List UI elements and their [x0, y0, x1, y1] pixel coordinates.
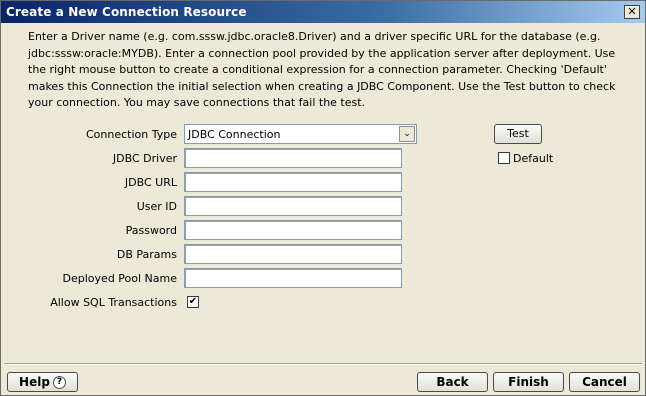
default-label: Default: [513, 152, 554, 165]
default-checkbox[interactable]: [498, 152, 510, 164]
help-button[interactable]: Help?: [7, 372, 78, 392]
dialog-window: Create a New Connection Resource ✕ Enter…: [0, 0, 646, 396]
user-id-input[interactable]: [184, 196, 402, 216]
db-params-label: DB Params: [116, 248, 177, 261]
jdbc-url-label: JDBC URL: [124, 176, 177, 189]
test-button[interactable]: Test: [494, 124, 542, 144]
password-input[interactable]: [184, 220, 402, 240]
finish-button[interactable]: Finish: [493, 372, 564, 392]
footer-divider: [4, 363, 642, 365]
connection-type-label: Connection Type: [85, 128, 177, 141]
jdbc-driver-label: JDBC Driver: [112, 152, 177, 165]
jdbc-url-input[interactable]: [184, 172, 402, 192]
help-icon: ?: [52, 376, 66, 389]
password-label: Password: [125, 224, 177, 237]
instructions-text: Enter a Driver name (e.g. com.sssw.jdbc.…: [28, 30, 616, 109]
close-button[interactable]: ✕: [624, 5, 640, 19]
title-bar: Create a New Connection Resource ✕: [1, 1, 645, 23]
deployed-pool-label: Deployed Pool Name: [62, 272, 177, 285]
allow-sql-checkbox[interactable]: ✔: [187, 296, 199, 308]
dialog-title: Create a New Connection Resource: [6, 5, 247, 19]
jdbc-driver-input[interactable]: [184, 148, 402, 168]
chevron-down-icon[interactable]: ⌄: [399, 126, 415, 142]
deployed-pool-input[interactable]: [184, 268, 402, 288]
help-button-label: Help: [19, 375, 50, 389]
user-id-label: User ID: [136, 200, 177, 213]
back-button[interactable]: Back: [417, 372, 488, 392]
allow-sql-label: Allow SQL Transactions: [50, 296, 177, 309]
cancel-button[interactable]: Cancel: [569, 372, 640, 392]
close-icon: ✕: [627, 5, 637, 18]
connection-type-select[interactable]: JDBC Connection ⌄: [184, 124, 417, 144]
db-params-input[interactable]: [184, 244, 402, 264]
connection-type-value: JDBC Connection: [188, 128, 281, 141]
